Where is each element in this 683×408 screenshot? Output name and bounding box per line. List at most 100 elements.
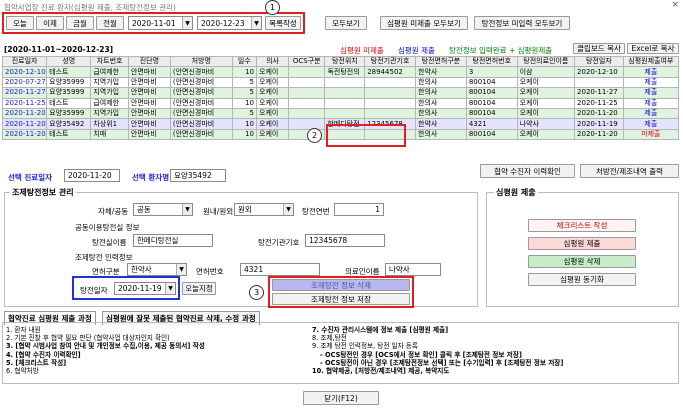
- prev-month-button[interactable]: 전월: [96, 16, 124, 30]
- chevron-down-icon: ▼: [182, 204, 192, 215]
- list-create-button[interactable]: 목록작성: [265, 16, 301, 30]
- date-to-select[interactable]: 2020-12-23 ▼: [197, 16, 262, 30]
- room-name-label: 탕전실이름: [92, 238, 127, 247]
- column-header[interactable]: 탕전위치: [324, 55, 366, 68]
- column-header[interactable]: 의사: [255, 55, 290, 68]
- hira-sync-button[interactable]: 심평원 동기화: [528, 273, 636, 286]
- person-info-label: 조제탕전 인력정보: [75, 253, 133, 262]
- column-header[interactable]: 탕전면허구분: [415, 55, 467, 68]
- table-cell: 급여제한: [90, 66, 129, 78]
- person-name-field[interactable]: 나약사: [385, 263, 441, 276]
- table-cell: 800104: [465, 76, 518, 89]
- table-cell: [288, 118, 326, 130]
- table-cell: 제출: [622, 97, 680, 109]
- column-header[interactable]: 성명: [46, 55, 92, 68]
- decoction-date-label: 탕전일자: [80, 286, 108, 295]
- table-cell: [364, 87, 417, 99]
- clipboard-copy-button[interactable]: 클립보드 복사: [573, 43, 625, 54]
- column-header[interactable]: 처방명: [169, 55, 233, 68]
- table-cell: 지역가입: [90, 76, 129, 89]
- table-cell: 3: [465, 66, 518, 78]
- table-row[interactable]: 2020-11-27 요양35999 지역가입 안면마비 (안면신경마비 5 오케이 한의사 8…: [1, 87, 680, 99]
- column-header[interactable]: 탕전기관기호: [364, 55, 417, 68]
- table-cell: 2020-11-25: [574, 97, 624, 109]
- decoction-save-button[interactable]: 조제탕전 정보 저장: [272, 293, 410, 305]
- column-header[interactable]: 차트번호: [90, 55, 129, 68]
- table-cell: 안면마비: [127, 128, 171, 141]
- this-month-button[interactable]: 금월: [66, 16, 94, 30]
- table-cell: 지역가입: [90, 107, 129, 120]
- hira-unsubmitted-view-button[interactable]: 심평원 미제출 모두보기: [380, 16, 468, 30]
- help-line: - OCS탕전이 아닌 경우 [조제탕전정보 선택] 또는 [수기입력] 후 […: [320, 358, 564, 367]
- column-header[interactable]: 심평원제출여부: [622, 55, 680, 68]
- license-no-field[interactable]: 4321: [240, 263, 320, 276]
- excel-copy-button[interactable]: Excel로 복사: [627, 43, 679, 54]
- hira-delete-button[interactable]: 심평원 삭제: [528, 255, 636, 268]
- table-cell: 요양35492: [46, 118, 92, 130]
- table-cell: [288, 76, 326, 89]
- hira-submit-button[interactable]: 심평원 제출: [528, 237, 636, 250]
- table-cell: 독전탕전의: [324, 66, 366, 78]
- close-button[interactable]: 닫기(F12): [303, 391, 379, 405]
- prescription-print-button[interactable]: 처방전/제조내역 출력: [580, 164, 679, 178]
- decoction-delete-button[interactable]: 조제탕전 정보 삭제: [272, 279, 410, 291]
- table-cell: 2020-12-10: [1, 66, 48, 78]
- receiver-history-button[interactable]: 협약 수진자 이력확인: [480, 164, 575, 178]
- hira-group-title: 심평원 제출: [494, 187, 538, 198]
- column-header[interactable]: 일수: [231, 55, 258, 68]
- column-header[interactable]: 진료일자: [1, 55, 48, 68]
- table-cell: 4321: [465, 118, 518, 130]
- table-cell: 2020-11-20: [574, 128, 624, 141]
- column-header[interactable]: 탕전면허번호: [465, 55, 518, 68]
- column-header[interactable]: OCS구분: [288, 55, 326, 68]
- table-cell: [288, 66, 326, 78]
- window-title: 협약사업장 진료 환자(심평원 제출, 조제탕전정보 관리): [0, 0, 683, 12]
- table-cell: 한의사: [415, 97, 467, 109]
- table-row[interactable]: 2020-11-20 요양35999 지역가입 안면마비 (안면신경마비 5 오케이 한의사 8…: [1, 107, 680, 120]
- table-cell: 5: [231, 76, 258, 89]
- legend-unsubmitted: 심평원 미제출: [340, 46, 384, 55]
- table-cell: 제출: [622, 118, 680, 130]
- help-left-list: 1. 환자 내원 2. 기본 진찰 후 협약 필요 판단 (협약사업 대상자인지 …: [6, 326, 205, 375]
- help-line: - OCS탕전인 경우 [OCS에서 정보 확인] 클릭 후 [조제탕전 정보 …: [320, 350, 522, 359]
- column-header[interactable]: 진단명: [127, 55, 171, 68]
- table-cell: 오케이: [255, 97, 290, 109]
- this-week-button[interactable]: 이제: [36, 16, 64, 30]
- inout-label: 원내/원외: [203, 207, 234, 216]
- view-all-button[interactable]: 모두보기: [325, 16, 367, 30]
- license-type-select[interactable]: 한약사 ▼: [127, 263, 187, 276]
- table-cell: 요양35999: [46, 76, 92, 89]
- table-cell: 10: [231, 97, 258, 109]
- table-row[interactable]: 2020-07-27 요양35999 지역가입 안면마비 (안면신경마비 5 오케이 한의사 8…: [1, 76, 680, 89]
- table-cell: 한의사: [415, 87, 467, 99]
- table-cell: 2020-11-19: [574, 118, 624, 130]
- column-header[interactable]: 탕전의료인이름: [516, 55, 576, 68]
- close-icon[interactable]: ×: [671, 0, 679, 10]
- table-row[interactable]: 2020-12-10 테스트 급여제한 안면마비 (안면신경마비 10 오케이 독전탕전의 28…: [1, 66, 680, 78]
- table-cell: 2020-11-27: [574, 87, 624, 99]
- table-cell: 2020-11-20: [1, 118, 48, 130]
- table-cell: 제출: [622, 87, 680, 99]
- serial-field[interactable]: 1: [334, 203, 384, 216]
- today-button[interactable]: 오늘: [6, 16, 34, 30]
- inout-select[interactable]: 원외 ▼: [234, 203, 294, 216]
- chevron-down-icon: ▼: [251, 17, 261, 29]
- room-name-field[interactable]: 한메디탕전실: [133, 234, 213, 247]
- table-cell: [364, 97, 417, 109]
- column-header[interactable]: 탕전일자: [574, 55, 624, 68]
- legend-submitted: 심평원 제출: [398, 46, 435, 55]
- self-shared-select[interactable]: 공동 ▼: [133, 203, 193, 216]
- date-from-select[interactable]: 2020-11-01 ▼: [128, 16, 193, 30]
- org-code-field[interactable]: 12345678: [305, 234, 385, 247]
- checklist-button[interactable]: 체크리스트 작성: [528, 219, 636, 232]
- table-cell: 10: [231, 128, 258, 141]
- table-cell: 5: [231, 107, 258, 120]
- table-cell: 800104: [465, 87, 518, 99]
- decoction-uninput-view-button[interactable]: 탕전정보 미입력 모두보기: [474, 16, 570, 30]
- table-cell: 테스트: [46, 128, 92, 141]
- org-code-label: 탕전기관기호: [258, 238, 300, 247]
- decoction-date-select[interactable]: 2020-11-19 ▼: [114, 282, 176, 295]
- help-line: 7. 수진자 관리시스템에 정보 제출 [심평원 제출]: [312, 326, 449, 334]
- today-set-button[interactable]: 오늘지정: [182, 282, 216, 295]
- table-row[interactable]: 2020-11-25 테스트 급여제한 안면마비 (안면신경마비 10 오케이 한의사 8001…: [1, 97, 680, 109]
